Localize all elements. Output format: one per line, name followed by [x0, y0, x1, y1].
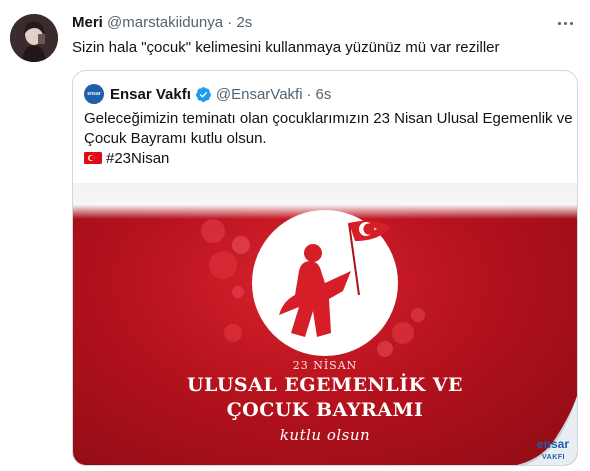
- author-handle[interactable]: @marstakiidunya: [107, 14, 223, 31]
- hashtag-link[interactable]: #23Nisan: [106, 150, 169, 167]
- quoted-tweet[interactable]: ensar Ensar Vakfı @EnsarVakfi · 6s Gelec…: [72, 70, 578, 466]
- quoted-avatar[interactable]: ensar: [84, 84, 104, 104]
- avatar[interactable]: [10, 14, 58, 62]
- tweet[interactable]: Meri @marstakiidunya · 2s Sizin hala "ço…: [0, 0, 590, 471]
- tweet-time[interactable]: 2s: [236, 14, 252, 31]
- avatar-photo: [10, 14, 58, 62]
- brand-logo-text: ensar: [536, 437, 569, 451]
- separator-dot: ·: [306, 85, 312, 103]
- quoted-text: Geleceğimizin teminatı olan çocuklarımız…: [84, 109, 573, 169]
- media-date-label: 23 NİSAN: [292, 359, 358, 372]
- author-name[interactable]: Meri: [72, 14, 103, 31]
- quoted-author-handle[interactable]: @EnsarVakfi: [216, 86, 303, 103]
- verified-badge-icon: [195, 86, 211, 102]
- quoted-text-line: Geleceğimizin teminatı olan çocuklarımız…: [84, 110, 573, 127]
- separator-dot: ·: [227, 14, 233, 31]
- turkey-flag-icon: [84, 152, 102, 164]
- brand-logo-subtext: VAKFI: [542, 454, 565, 461]
- hashtag-line: #23Nisan: [84, 149, 568, 169]
- media-script-text: kutlu olsun: [279, 426, 371, 444]
- quoted-media-image[interactable]: 23 NİSAN ULUSAL EGEMENLİK VE ÇOCUK BAYRA…: [73, 183, 577, 465]
- quoted-header: ensar Ensar Vakfı @EnsarVakfi · 6s: [84, 84, 335, 104]
- media-title-line: ÇOCUK BAYRAMI: [226, 399, 424, 421]
- media-title-line: ULUSAL EGEMENLİK VE: [186, 374, 464, 396]
- celebration-artwork: [201, 210, 425, 357]
- tweet-text: Sizin hala "çocuk" kelimesini kullanmaya…: [72, 39, 500, 56]
- more-horizontal-icon[interactable]: [554, 12, 576, 34]
- quoted-text-line: Çocuk Bayramı kutlu olsun.: [84, 130, 267, 147]
- tweet-header: Meri @marstakiidunya · 2s: [72, 14, 252, 31]
- quoted-author-name[interactable]: Ensar Vakfı: [110, 86, 191, 103]
- quoted-time[interactable]: 6s: [316, 86, 332, 103]
